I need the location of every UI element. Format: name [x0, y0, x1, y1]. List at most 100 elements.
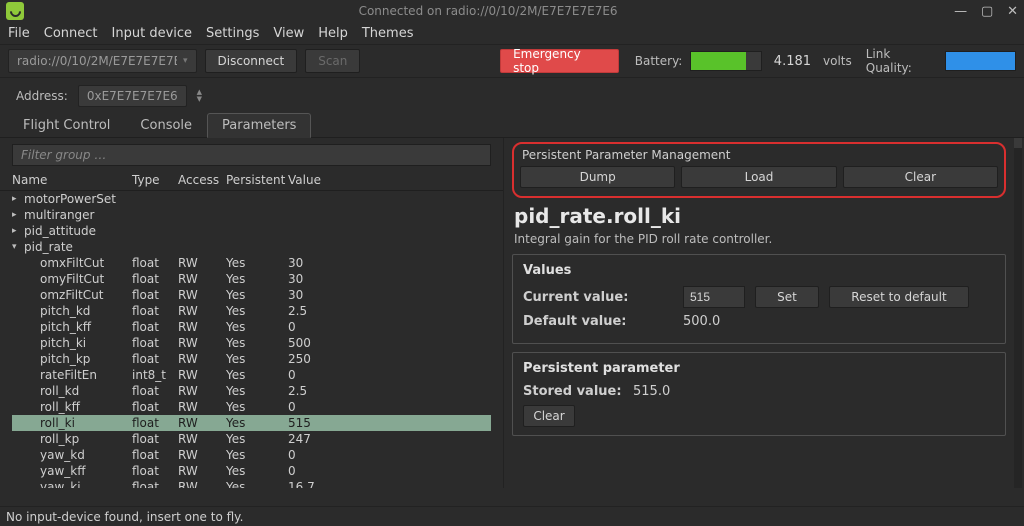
param-row-rateFiltEn[interactable]: rateFiltEnint8_tRWYes0	[12, 367, 491, 383]
param-row-omzFiltCut[interactable]: omzFiltCutfloatRWYes30	[12, 287, 491, 303]
tab-flight-control[interactable]: Flight Control	[8, 113, 125, 137]
address-stepper[interactable]: ▲ ▼	[197, 89, 202, 103]
menu-settings[interactable]: Settings	[206, 26, 259, 41]
param-row-roll_kp[interactable]: roll_kpfloatRWYes247	[12, 431, 491, 447]
filter-input[interactable]: Filter group …	[12, 144, 491, 166]
cell-persistent: Yes	[226, 447, 288, 463]
param-row-roll_kff[interactable]: roll_kfffloatRWYes0	[12, 399, 491, 415]
col-name[interactable]: Name	[12, 173, 132, 187]
status-text: No input-device found, insert one to fly…	[6, 510, 243, 524]
battery-indicator	[690, 51, 761, 71]
param-row-yaw_kd[interactable]: yaw_kdfloatRWYes0	[12, 447, 491, 463]
load-button[interactable]: Load	[681, 166, 836, 188]
cell-type: float	[132, 255, 178, 271]
cell-name: roll_ki	[12, 415, 132, 431]
cell-value: 30	[288, 271, 491, 287]
cell-value: 2.5	[288, 303, 491, 319]
param-row-roll_ki[interactable]: roll_kifloatRWYes515	[12, 415, 491, 431]
cell-access: RW	[178, 431, 226, 447]
triangle-right-icon: ▸	[12, 191, 24, 207]
param-row-pitch_kd[interactable]: pitch_kdfloatRWYes2.5	[12, 303, 491, 319]
tab-parameters[interactable]: Parameters	[207, 113, 311, 138]
battery-label: Battery:	[635, 54, 683, 68]
dump-button[interactable]: Dump	[520, 166, 675, 188]
col-value[interactable]: Value	[288, 173, 491, 187]
col-type[interactable]: Type	[132, 173, 178, 187]
scan-button[interactable]: Scan	[305, 49, 360, 73]
cell-value: 0	[288, 367, 491, 383]
reset-default-button[interactable]: Reset to default	[829, 286, 969, 308]
param-row-yaw_kff[interactable]: yaw_kfffloatRWYes0	[12, 463, 491, 479]
param-row-yaw_ki[interactable]: yaw_kifloatRWYes16.7	[12, 479, 491, 488]
cell-persistent: Yes	[226, 287, 288, 303]
cell-access: RW	[178, 399, 226, 415]
clear-stored-button[interactable]: Clear	[523, 405, 575, 427]
param-description: Integral gain for the PID roll rate cont…	[512, 232, 1006, 246]
col-access[interactable]: Access	[178, 173, 226, 187]
ppm-clear-button[interactable]: Clear	[843, 166, 998, 188]
menu-file[interactable]: File	[8, 26, 30, 41]
ppm-title: Persistent Parameter Management	[520, 148, 998, 162]
parameter-tree[interactable]: ▸motorPowerSet▸multiranger▸pid_attitude▾…	[0, 191, 503, 488]
param-name: pid_rate.roll_ki	[514, 204, 1006, 228]
menu-themes[interactable]: Themes	[362, 26, 414, 41]
param-row-roll_kd[interactable]: roll_kdfloatRWYes2.5	[12, 383, 491, 399]
close-icon[interactable]: ✕	[1007, 4, 1018, 19]
set-button[interactable]: Set	[755, 286, 819, 308]
maximize-icon[interactable]: ▢	[981, 4, 993, 19]
chevron-down-icon[interactable]: ▼	[197, 96, 202, 103]
cell-access: RW	[178, 383, 226, 399]
cell-type: float	[132, 287, 178, 303]
menu-connect[interactable]: Connect	[44, 26, 98, 41]
param-row-omxFiltCut[interactable]: omxFiltCutfloatRWYes30	[12, 255, 491, 271]
cell-persistent: Yes	[226, 383, 288, 399]
cell-name: yaw_kff	[12, 463, 132, 479]
cell-access: RW	[178, 287, 226, 303]
cell-name: roll_kff	[12, 399, 132, 415]
statusbar: No input-device found, insert one to fly…	[0, 506, 1024, 526]
cell-persistent: Yes	[226, 479, 288, 488]
param-row-pitch_kp[interactable]: pitch_kpfloatRWYes250	[12, 351, 491, 367]
battery-voltage: 4.181	[774, 54, 811, 69]
cell-type: float	[132, 399, 178, 415]
col-persistent[interactable]: Persistent	[226, 173, 288, 187]
cell-type: float	[132, 447, 178, 463]
cell-persistent: Yes	[226, 319, 288, 335]
default-value: 500.0	[683, 314, 720, 329]
cell-name: yaw_kd	[12, 447, 132, 463]
tab-console[interactable]: Console	[125, 113, 207, 137]
group-motorPowerSet[interactable]: ▸motorPowerSet	[12, 191, 491, 207]
emergency-stop-button[interactable]: Emergency stop	[500, 49, 619, 73]
toolbar: radio://0/10/2M/E7E7E7E7E6 ▾ Disconnect …	[0, 44, 1024, 78]
cell-persistent: Yes	[226, 463, 288, 479]
current-value-input[interactable]	[683, 286, 745, 308]
menu-help[interactable]: Help	[318, 26, 348, 41]
cell-name: omxFiltCut	[12, 255, 132, 271]
group-pid_attitude[interactable]: ▸pid_attitude	[12, 223, 491, 239]
cell-name: pitch_kp	[12, 351, 132, 367]
disconnect-button[interactable]: Disconnect	[205, 49, 298, 73]
cell-value: 0	[288, 447, 491, 463]
cell-type: float	[132, 463, 178, 479]
detail-panel: Persistent Parameter Management Dump Loa…	[504, 138, 1024, 488]
minimize-icon[interactable]: —	[954, 4, 967, 19]
menu-view[interactable]: View	[273, 26, 304, 41]
cell-name: pitch_kd	[12, 303, 132, 319]
param-row-omyFiltCut[interactable]: omyFiltCutfloatRWYes30	[12, 271, 491, 287]
group-multiranger[interactable]: ▸multiranger	[12, 207, 491, 223]
persistent-title: Persistent parameter	[523, 361, 995, 376]
address-field[interactable]: 0xE7E7E7E7E6	[78, 85, 187, 107]
param-row-pitch_kff[interactable]: pitch_kfffloatRWYes0	[12, 319, 491, 335]
param-row-pitch_ki[interactable]: pitch_kifloatRWYes500	[12, 335, 491, 351]
address-combo[interactable]: radio://0/10/2M/E7E7E7E7E6 ▾	[8, 49, 197, 73]
cell-name: rateFiltEn	[12, 367, 132, 383]
cell-type: float	[132, 383, 178, 399]
scrollbar[interactable]	[1014, 138, 1022, 488]
cell-value: 500	[288, 335, 491, 351]
group-pid_rate[interactable]: ▾pid_rate	[12, 239, 491, 255]
cell-value: 250	[288, 351, 491, 367]
window-title: Connected on radio://0/10/2M/E7E7E7E7E6	[32, 4, 944, 18]
menu-input-device[interactable]: Input device	[112, 26, 193, 41]
cell-value: 0	[288, 399, 491, 415]
cell-name: pitch_kff	[12, 319, 132, 335]
